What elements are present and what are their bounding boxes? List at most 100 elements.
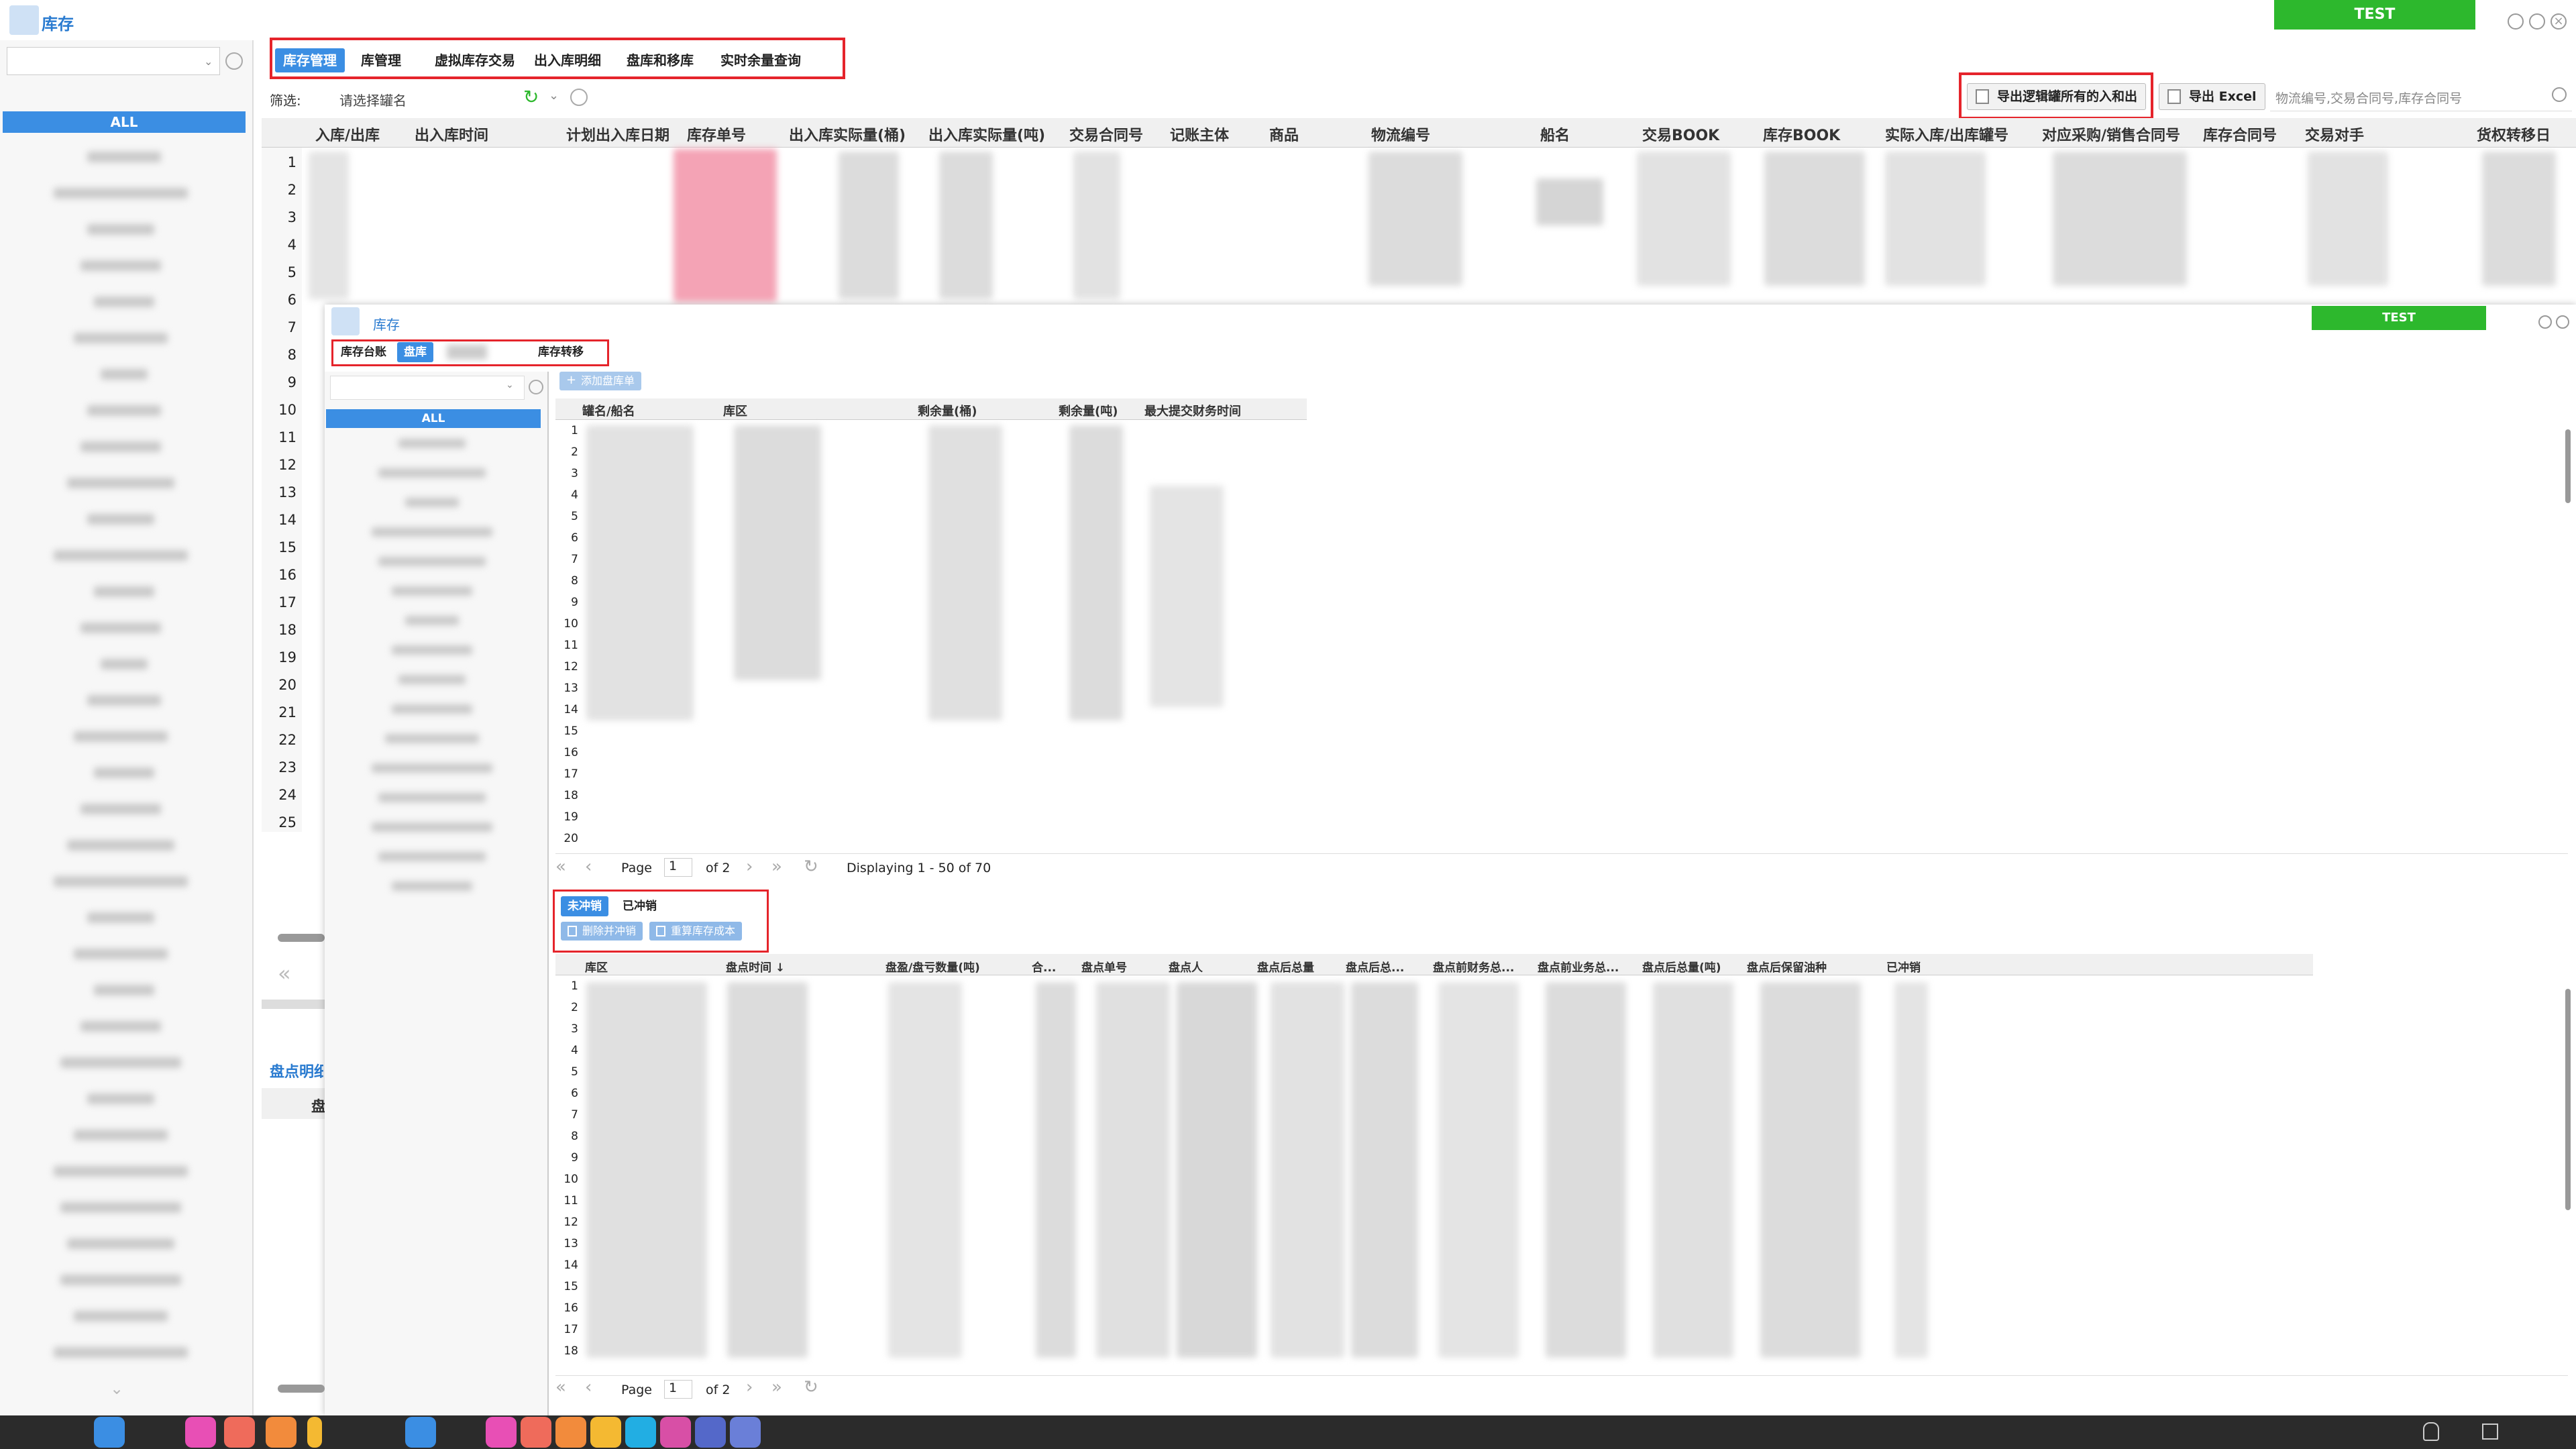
dock-icon[interactable] <box>405 1417 436 1448</box>
clear-icon[interactable] <box>225 52 243 70</box>
dock-icon[interactable] <box>307 1417 322 1448</box>
column-header[interactable]: 盘点人 <box>1169 958 1203 975</box>
column-header[interactable]: 盘点后总... <box>1346 958 1404 975</box>
column-header[interactable]: 剩余量(吨) <box>1059 402 1118 419</box>
close-icon[interactable] <box>2556 315 2569 329</box>
dock-icon[interactable] <box>625 1417 656 1448</box>
search-input[interactable]: 物流编号,交易合同号,库存合同号 <box>2270 82 2572 111</box>
column-header[interactable]: 货权转移日 <box>2477 123 2551 145</box>
column-header[interactable]: 剩余量(桶) <box>918 402 977 419</box>
minimize-icon[interactable] <box>2508 13 2524 30</box>
row-number: 9 <box>571 596 578 609</box>
column-header[interactable]: 船名 <box>1540 123 1570 145</box>
column-header[interactable]: 盘点时间 ↓ <box>726 958 785 975</box>
column-header[interactable]: 库区 <box>723 402 747 419</box>
chevron-down-icon[interactable]: ⌄ <box>506 380 514 390</box>
row-number: 8 <box>571 1130 578 1143</box>
upper-vertical-scrollbar[interactable] <box>2565 429 2571 503</box>
column-header[interactable]: 盘盈/盘亏数量(吨) <box>885 958 980 975</box>
sidebar-all-item[interactable]: ALL <box>3 111 246 133</box>
close-icon[interactable]: × <box>2551 13 2567 30</box>
export-excel-button[interactable]: 导出 Excel <box>2159 83 2265 110</box>
pager-first-icon[interactable]: « <box>555 1377 566 1397</box>
overlay-sidebar-select[interactable] <box>330 376 525 400</box>
column-header[interactable]: 盘点后保留油种 <box>1747 958 1827 975</box>
dock-icon[interactable] <box>590 1417 621 1448</box>
column-header[interactable]: 库存单号 <box>687 123 746 145</box>
column-header[interactable]: 库存BOOK <box>1763 123 1840 145</box>
column-header[interactable]: 对应采购/销售合同号 <box>2042 123 2180 145</box>
page-input[interactable]: 1 <box>664 1380 692 1399</box>
column-header[interactable]: 商品 <box>1269 123 1299 145</box>
column-header[interactable]: 实际入库/出库罐号 <box>1885 123 2008 145</box>
column-header[interactable]: 库存合同号 <box>2203 123 2277 145</box>
pager-first-icon[interactable]: « <box>278 961 291 986</box>
dock-icon[interactable] <box>730 1417 761 1448</box>
tank-select-placeholder[interactable]: 请选择罐名 <box>339 90 407 109</box>
column-header[interactable]: 出入库实际量(桶) <box>789 123 906 145</box>
pager-prev-icon[interactable]: ‹ <box>585 1377 592 1397</box>
bell-icon[interactable] <box>2423 1422 2439 1441</box>
page-input[interactable]: 1 <box>664 858 692 877</box>
row-number: 10 <box>278 402 297 418</box>
dock-icon[interactable] <box>486 1417 517 1448</box>
column-header[interactable]: 出入库时间 <box>415 123 488 145</box>
clear-icon[interactable] <box>570 89 588 106</box>
column-header[interactable]: 最大提交财务时间 <box>1144 402 1241 419</box>
pager-last-icon[interactable]: » <box>771 1377 782 1397</box>
pager-refresh-icon[interactable]: ↻ <box>804 1377 818 1397</box>
column-header[interactable]: 交易BOOK <box>1642 123 1719 145</box>
minimize-icon[interactable] <box>2538 315 2552 329</box>
column-header[interactable]: 交易对手 <box>2305 123 2364 145</box>
overlay-sidebar-all-item[interactable]: ALL <box>326 409 541 428</box>
lower-vertical-scrollbar[interactable] <box>2565 989 2571 1210</box>
add-stocktake-button[interactable]: + 添加盘库单 <box>559 372 642 390</box>
column-header[interactable]: 盘点前财务总... <box>1433 958 1514 975</box>
row-number: 22 <box>278 732 297 748</box>
restore-icon[interactable] <box>2529 13 2545 30</box>
horizontal-scrollbar[interactable] <box>278 934 325 942</box>
logout-icon[interactable] <box>2482 1424 2498 1440</box>
row-number: 17 <box>278 594 297 610</box>
column-header[interactable]: 出入库实际量(吨) <box>928 123 1045 145</box>
column-header[interactable]: 盘点后总量(吨) <box>1642 958 1721 975</box>
clear-icon[interactable] <box>529 380 543 394</box>
column-header[interactable]: 交易合同号 <box>1069 123 1143 145</box>
column-header[interactable]: 罐名/船名 <box>582 402 635 419</box>
column-header[interactable]: 已冲销 <box>1886 958 1921 975</box>
column-header[interactable]: 入库/出库 <box>315 123 380 145</box>
column-header[interactable]: 盘点后总量 <box>1257 958 1314 975</box>
chevron-down-icon[interactable]: ⌄ <box>110 1379 123 1398</box>
sidebar-select[interactable] <box>7 47 220 75</box>
pager-first-icon[interactable]: « <box>555 857 566 877</box>
pager-next-icon[interactable]: › <box>746 857 753 877</box>
pager-last-icon[interactable]: » <box>771 857 782 877</box>
pager-next-icon[interactable]: › <box>746 1377 753 1397</box>
dock-icon[interactable] <box>266 1417 297 1448</box>
column-header[interactable]: 记账主体 <box>1170 123 1229 145</box>
dock-icon[interactable] <box>94 1417 125 1448</box>
search-icon[interactable] <box>2552 87 2567 102</box>
pager-prev-icon[interactable]: ‹ <box>585 857 592 877</box>
column-header[interactable]: 盘点单号 <box>1081 958 1127 975</box>
chevron-down-icon[interactable]: ⌄ <box>204 55 213 68</box>
chevron-down-icon[interactable]: ⌄ <box>549 89 559 103</box>
page-count: of 2 <box>706 1383 731 1397</box>
dock-icon[interactable] <box>660 1417 691 1448</box>
column-header[interactable]: 物流编号 <box>1371 123 1430 145</box>
dock-icon[interactable] <box>521 1417 551 1448</box>
row-number: 13 <box>564 682 578 695</box>
dock-icon[interactable] <box>695 1417 726 1448</box>
column-header[interactable]: 盘 <box>311 1095 326 1116</box>
row-number: 16 <box>564 746 578 759</box>
refresh-icon[interactable]: ↻ <box>523 86 539 108</box>
column-header[interactable]: 库区 <box>585 958 608 975</box>
horizontal-scrollbar[interactable] <box>278 1385 325 1393</box>
dock-icon[interactable] <box>185 1417 216 1448</box>
column-header[interactable]: 计划出入库日期 <box>566 123 669 145</box>
pager-refresh-icon[interactable]: ↻ <box>804 857 818 877</box>
dock-icon[interactable] <box>224 1417 255 1448</box>
column-header[interactable]: 盘点前业务总... <box>1538 958 1619 975</box>
column-header[interactable]: 合... <box>1032 958 1056 975</box>
dock-icon[interactable] <box>555 1417 586 1448</box>
